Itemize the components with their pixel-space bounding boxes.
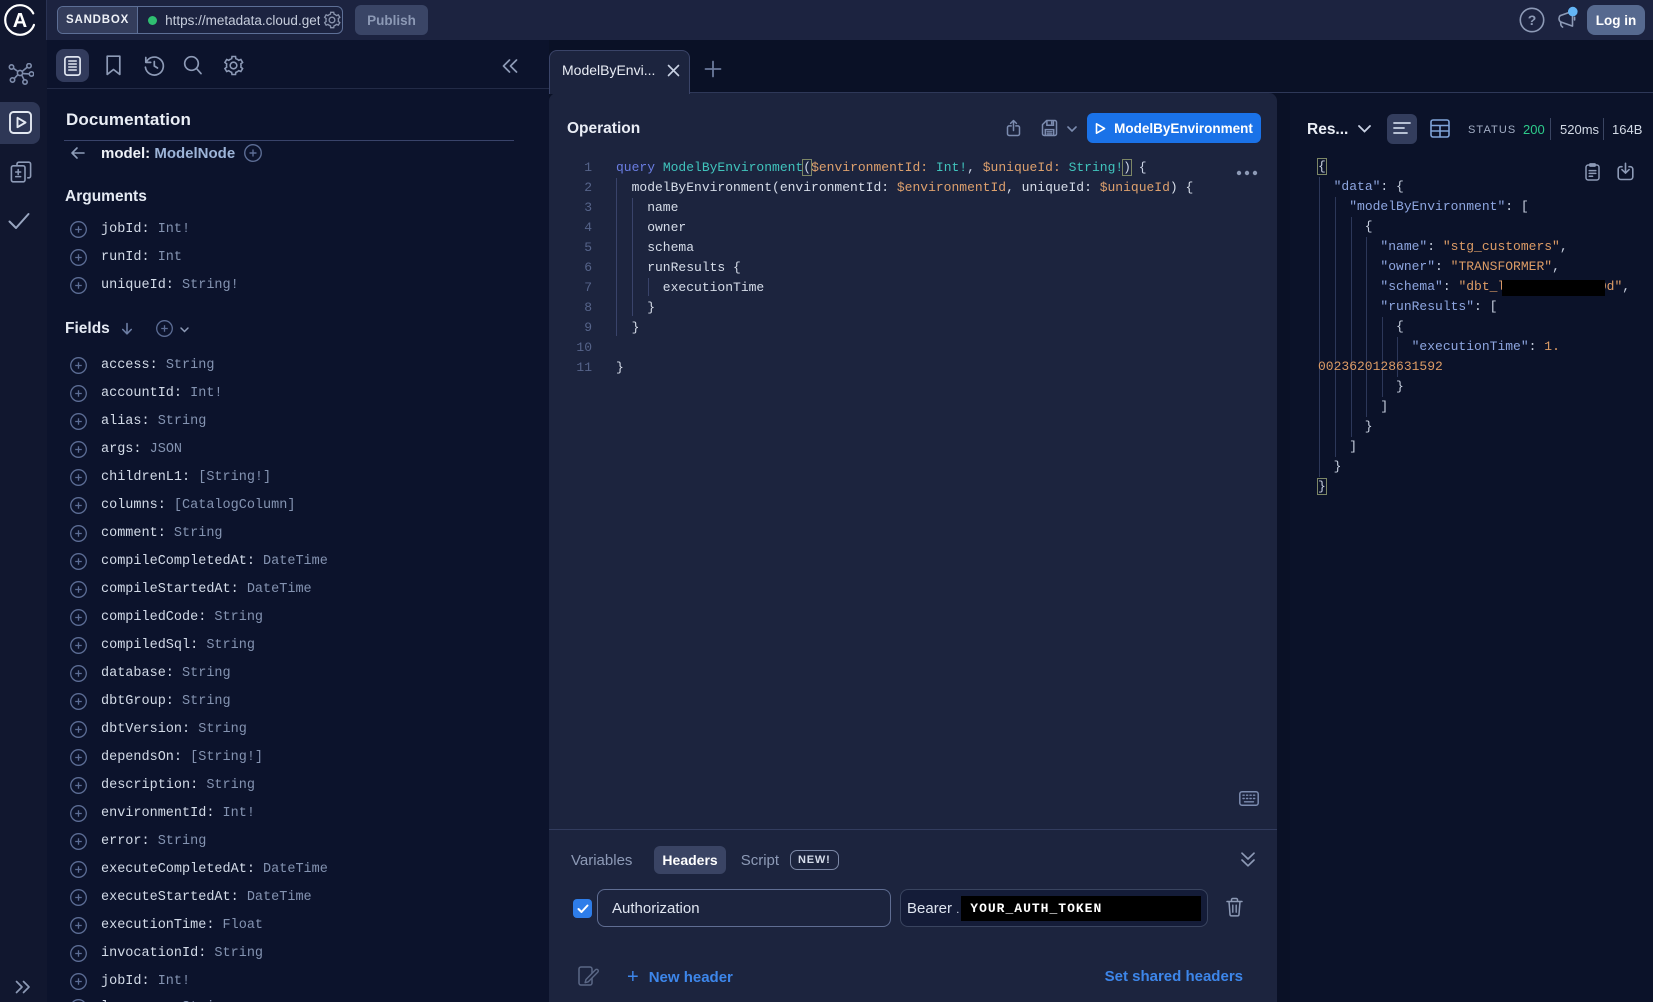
svg-text:A: A (13, 10, 27, 32)
svg-text:?: ? (1528, 12, 1537, 28)
